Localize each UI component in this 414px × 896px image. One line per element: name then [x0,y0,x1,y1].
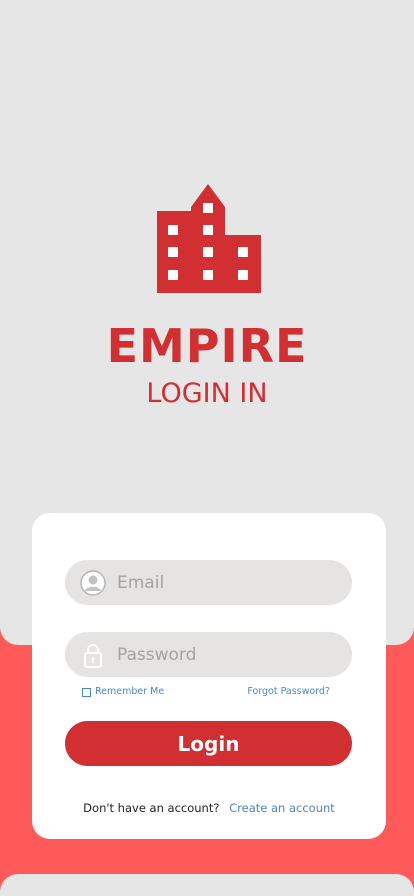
remember-label: Remember Me [95,686,165,697]
building-icon [157,184,261,293]
password-field-container[interactable] [65,632,352,677]
password-input[interactable] [117,632,337,677]
user-icon [80,570,106,596]
signup-row: Don't have an account? Create an account [32,801,386,815]
login-button[interactable]: Login [65,721,352,766]
signup-prompt: Don't have an account? [83,801,220,815]
remember-checkbox[interactable] [82,687,91,697]
email-input[interactable] [117,560,337,605]
create-account-link[interactable]: Create an account [229,801,335,815]
lock-icon [84,644,102,668]
page-subtitle: LOGIN IN [146,378,268,409]
login-screen: EMPIRE LOGIN IN Remember Me Forgot Pass [0,0,414,896]
remember-me[interactable]: Remember Me [82,686,164,697]
forgot-password-link[interactable]: Forgot Password? [247,686,330,697]
brand-title: EMPIRE [106,319,308,373]
bottom-panel [0,874,414,896]
email-field-container[interactable] [65,560,352,605]
login-card: Remember Me Forgot Password? Login Don't… [32,513,386,839]
